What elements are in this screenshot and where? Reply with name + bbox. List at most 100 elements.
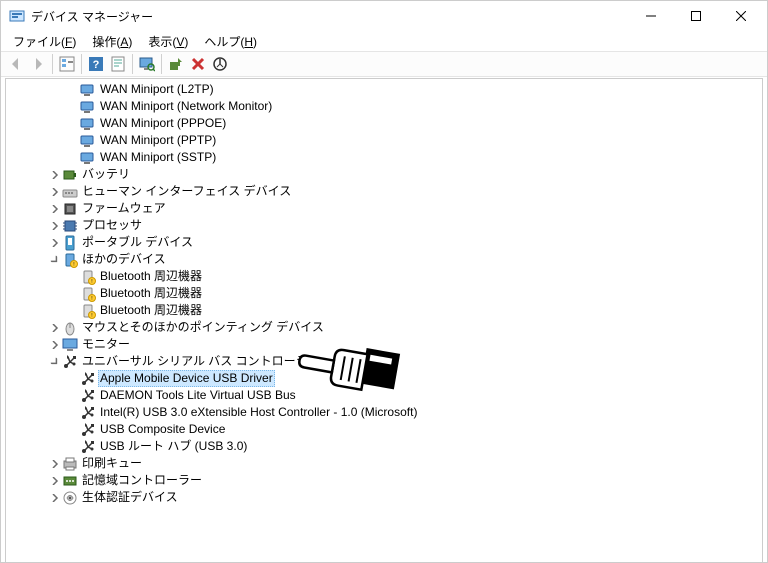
tree-item[interactable]: USB Composite Device: [6, 421, 762, 438]
tree-item-label: WAN Miniport (Network Monitor): [98, 98, 274, 115]
toolbar-enable-device[interactable]: [209, 53, 231, 75]
tree-item[interactable]: Apple Mobile Device USB Driver: [6, 370, 762, 387]
chevron-right-icon[interactable]: [48, 236, 62, 250]
tree-item[interactable]: 記憶域コントローラー: [6, 472, 762, 489]
tree-item[interactable]: !Bluetooth 周辺機器: [6, 302, 762, 319]
tree-item[interactable]: マウスとそのほかのポインティング デバイス: [6, 319, 762, 336]
tree-item[interactable]: ポータブル デバイス: [6, 234, 762, 251]
tree-item[interactable]: !Bluetooth 周辺機器: [6, 285, 762, 302]
unknown-icon: !: [80, 269, 96, 285]
chevron-none-icon: [66, 270, 80, 284]
hid-icon: [62, 184, 78, 200]
chevron-right-icon[interactable]: [48, 219, 62, 233]
toolbar: ?: [1, 51, 767, 77]
svg-text:?: ?: [93, 59, 100, 71]
chevron-down-icon[interactable]: [48, 253, 62, 267]
battery-icon: [62, 167, 78, 183]
toolbar-update-driver[interactable]: [165, 53, 187, 75]
chevron-right-icon[interactable]: [48, 457, 62, 471]
tree-item[interactable]: Intel(R) USB 3.0 eXtensible Host Control…: [6, 404, 762, 421]
chevron-right-icon[interactable]: [48, 491, 62, 505]
toolbar-scan-hardware[interactable]: [136, 53, 158, 75]
biometric-icon: [62, 490, 78, 506]
usb-icon: [80, 388, 96, 404]
usb-icon: [80, 405, 96, 421]
tree-item[interactable]: WAN Miniport (Network Monitor): [6, 98, 762, 115]
other-icon: !: [62, 252, 78, 268]
tree-item[interactable]: 生体認証デバイス: [6, 489, 762, 506]
chevron-down-icon[interactable]: [48, 355, 62, 369]
svg-text:!: !: [91, 279, 92, 285]
tree-item-label: WAN Miniport (SSTP): [98, 149, 218, 166]
monitor-icon: [62, 337, 78, 353]
tree-item[interactable]: WAN Miniport (L2TP): [6, 81, 762, 98]
menu-item-操作[interactable]: 操作(A): [84, 31, 140, 52]
chevron-none-icon: [66, 151, 80, 165]
tree-item[interactable]: USB ルート ハブ (USB 3.0): [6, 438, 762, 455]
tree-item[interactable]: 印刷キュー: [6, 455, 762, 472]
portable-icon: [62, 235, 78, 251]
tree-item-label: プロセッサ: [80, 217, 144, 234]
tree-item-label: マウスとそのほかのポインティング デバイス: [80, 319, 326, 336]
menu-item-ファイル[interactable]: ファイル(F): [5, 31, 84, 52]
minimize-button[interactable]: [628, 2, 673, 30]
tree-item-label: Apple Mobile Device USB Driver: [98, 370, 275, 387]
chevron-right-icon[interactable]: [48, 474, 62, 488]
net-adapter-icon: [80, 150, 96, 166]
usb-icon: [80, 422, 96, 438]
chevron-none-icon: [66, 440, 80, 454]
tree-item[interactable]: ユニバーサル シリアル バス コントローラー: [6, 353, 762, 370]
tree-item[interactable]: モニター: [6, 336, 762, 353]
tree-item[interactable]: プロセッサ: [6, 217, 762, 234]
printq-icon: [62, 456, 78, 472]
toolbar-show-hide-tree[interactable]: [56, 53, 78, 75]
chevron-right-icon[interactable]: [48, 168, 62, 182]
tree-item[interactable]: DAEMON Tools Lite Virtual USB Bus: [6, 387, 762, 404]
usb-icon: [80, 439, 96, 455]
chevron-none-icon: [66, 372, 80, 386]
tree-item-label: WAN Miniport (L2TP): [98, 81, 216, 98]
toolbar-uninstall-device[interactable]: [187, 53, 209, 75]
chevron-none-icon: [66, 304, 80, 318]
chevron-none-icon: [66, 134, 80, 148]
toolbar-help-topics[interactable]: ?: [85, 53, 107, 75]
menubar: ファイル(F)操作(A)表示(V)ヘルプ(H): [1, 31, 767, 51]
tree-item-label: Bluetooth 周辺機器: [98, 285, 204, 302]
chevron-right-icon[interactable]: [48, 338, 62, 352]
tree-item[interactable]: WAN Miniport (PPTP): [6, 132, 762, 149]
chevron-right-icon[interactable]: [48, 202, 62, 216]
cpu-icon: [62, 218, 78, 234]
tree-item[interactable]: WAN Miniport (SSTP): [6, 149, 762, 166]
close-button[interactable]: [718, 2, 763, 30]
titlebar: デバイス マネージャー: [1, 1, 767, 31]
maximize-button[interactable]: [673, 2, 718, 30]
tree-item-label: 印刷キュー: [80, 455, 144, 472]
chevron-none-icon: [66, 287, 80, 301]
app-icon: [9, 8, 25, 24]
tree-item-label: Bluetooth 周辺機器: [98, 268, 204, 285]
usb-icon: [80, 371, 96, 387]
tree-view[interactable]: WAN Miniport (L2TP)WAN Miniport (Network…: [5, 78, 763, 563]
tree-item[interactable]: ファームウェア: [6, 200, 762, 217]
tree-item[interactable]: ! Bluetooth 周辺機器: [6, 268, 762, 285]
chevron-none-icon: [66, 423, 80, 437]
tree-item-label: WAN Miniport (PPPOE): [98, 115, 228, 132]
tree-item[interactable]: バッテリ: [6, 166, 762, 183]
tree-item-label: ポータブル デバイス: [80, 234, 195, 251]
tree-item-label: 生体認証デバイス: [80, 489, 180, 506]
toolbar-nav-forward: [27, 53, 49, 75]
chevron-none-icon: [66, 100, 80, 114]
tree-item-label: Intel(R) USB 3.0 eXtensible Host Control…: [98, 404, 419, 421]
tree-item[interactable]: ヒューマン インターフェイス デバイス: [6, 183, 762, 200]
chevron-none-icon: [66, 406, 80, 420]
tree-item-label: モニター: [80, 336, 132, 353]
chevron-right-icon[interactable]: [48, 185, 62, 199]
menu-item-ヘルプ[interactable]: ヘルプ(H): [196, 31, 265, 52]
tree-item[interactable]: WAN Miniport (PPPOE): [6, 115, 762, 132]
menu-item-表示[interactable]: 表示(V): [140, 31, 196, 52]
tree-item[interactable]: !ほかのデバイス: [6, 251, 762, 268]
tree-item-label: Bluetooth 周辺機器: [98, 302, 204, 319]
chevron-right-icon[interactable]: [48, 321, 62, 335]
tree-item-label: USB Composite Device: [98, 421, 227, 438]
toolbar-properties[interactable]: [107, 53, 129, 75]
